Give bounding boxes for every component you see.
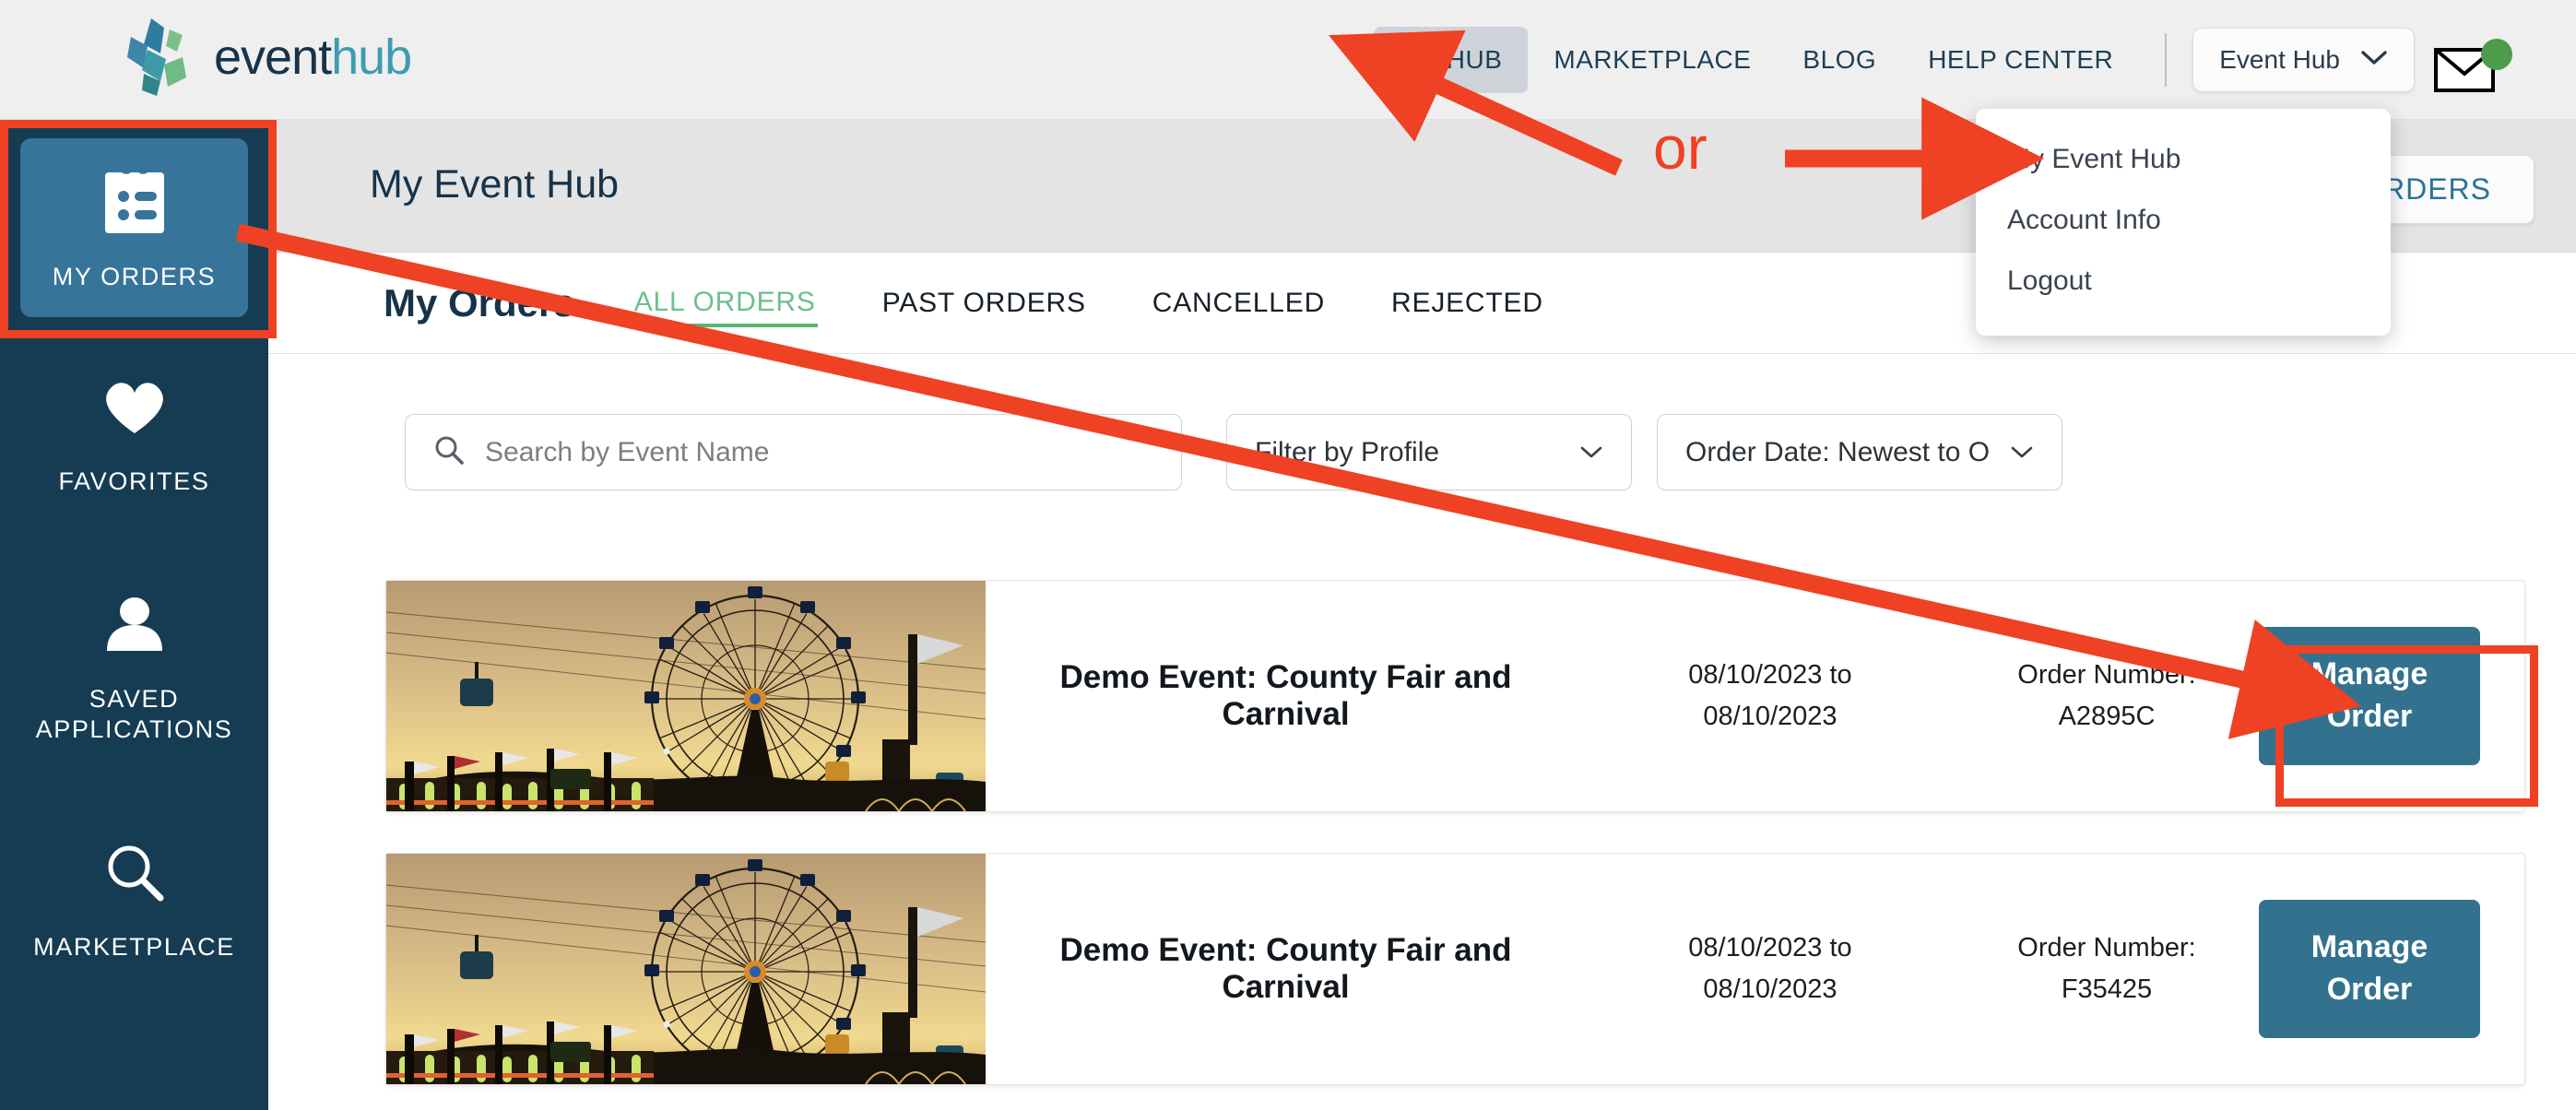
sidebar-item-label-favorites: FAVORITES: [58, 466, 210, 495]
order-event-title: Demo Event: County Fair and Carnival: [1059, 659, 1512, 732]
tab-cancelled[interactable]: CANCELLED: [1151, 280, 1327, 326]
order-event-title: Demo Event: County Fair and Carnival: [1059, 932, 1512, 1005]
brand-name-part1: event: [214, 30, 332, 85]
app-root: eventhub MY HUB MARKETPLACE BLOG HELP CE…: [0, 0, 2576, 1110]
clipboard-list-icon: [95, 162, 174, 242]
order-card[interactable]: Demo Event: County Fair and Carnival 08/…: [385, 853, 2525, 1085]
unread-badge: [2481, 39, 2512, 70]
tab-past-orders[interactable]: PAST ORDERS: [880, 280, 1088, 326]
order-number-block: Order Number: F35425: [1955, 927, 2259, 1010]
nav-item-blog[interactable]: BLOG: [1777, 27, 1902, 93]
person-icon: [95, 585, 174, 664]
brand-name: eventhub: [214, 29, 412, 86]
sidebar-item-my-orders[interactable]: MY ORDERS: [20, 138, 248, 317]
order-date-start: 08/10/2023 to: [1688, 660, 1852, 691]
order-number-block: Order Number: A2895C: [1955, 655, 2259, 738]
search-input[interactable]: Search by Event Name: [405, 414, 1182, 490]
search-placeholder: Search by Event Name: [485, 436, 770, 467]
sidebar-item-label-marketplace: MARKETPLACE: [33, 933, 235, 961]
event-thumbnail: [386, 854, 986, 1084]
sidebar-item-label-saved-applications: SAVED APPLICATIONS: [35, 684, 233, 744]
dropdown-item-logout[interactable]: Logout: [1976, 251, 2391, 312]
order-number-label: Order Number:: [2017, 660, 2196, 691]
manage-order-button-line1: Manage: [2310, 656, 2428, 692]
manage-order-button-line2: Order: [2326, 972, 2413, 1007]
orders-panel: My Orders ALL ORDERS PAST ORDERS CANCELL…: [268, 252, 2576, 1110]
nav-item-marketplace[interactable]: MARKETPLACE: [1528, 27, 1777, 93]
account-switcher-button[interactable]: Event Hub: [2192, 28, 2415, 92]
sort-filter-label: Order Date: Newest to O: [1685, 436, 1991, 467]
main-navigation: MY HUB MARKETPLACE BLOG HELP CENTER Even…: [1374, 0, 2415, 120]
nav-item-my-hub[interactable]: MY HUB: [1374, 27, 1529, 93]
order-dates: 08/10/2023 to 08/10/2023: [1586, 927, 1955, 1010]
order-date-end: 08/10/2023: [1703, 702, 1837, 731]
event-thumbnail: [386, 581, 986, 811]
manage-order-button[interactable]: Manage Order: [2259, 900, 2480, 1038]
brand-name-part2: hub: [331, 30, 412, 85]
magnifier-icon: [95, 832, 174, 912]
nav-divider: [2165, 33, 2168, 87]
order-date-start: 08/10/2023 to: [1688, 933, 1852, 963]
messages-button[interactable]: [2432, 39, 2521, 98]
top-header: eventhub MY HUB MARKETPLACE BLOG HELP CE…: [0, 0, 2576, 120]
order-number-value: A2895C: [2058, 702, 2156, 731]
order-card[interactable]: Demo Event: County Fair and Carnival 08/…: [385, 580, 2525, 812]
manage-order-button[interactable]: Manage Order: [2259, 627, 2480, 765]
account-switcher-label: Event Hub: [2219, 45, 2340, 74]
profile-filter-select[interactable]: Filter by Profile: [1226, 414, 1632, 490]
dropdown-item-account-info[interactable]: Account Info: [1976, 190, 2391, 251]
order-dates: 08/10/2023 to 08/10/2023: [1586, 655, 1955, 738]
tab-rejected[interactable]: REJECTED: [1389, 280, 1545, 326]
manage-order-button-line1: Manage: [2310, 929, 2428, 965]
order-number-label: Order Number:: [2017, 933, 2196, 963]
eventhub-logo-icon: [120, 17, 197, 98]
sidebar-item-marketplace[interactable]: MARKETPLACE: [0, 809, 268, 987]
filter-bar: Search by Event Name Filter by Profile O…: [268, 414, 2576, 490]
brand-logo[interactable]: eventhub: [120, 17, 412, 98]
orders-list: Demo Event: County Fair and Carnival 08/…: [268, 580, 2576, 1110]
search-icon: [433, 434, 465, 470]
chevron-down-icon: [2010, 438, 2034, 466]
order-date-end: 08/10/2023: [1703, 974, 1837, 1004]
heart-icon: [95, 367, 174, 446]
orders-heading: My Orders: [384, 280, 575, 325]
profile-filter-label: Filter by Profile: [1255, 436, 1440, 467]
sidebar-item-favorites[interactable]: FAVORITES: [0, 343, 268, 522]
account-dropdown-menu: My Event Hub Account Info Logout: [1976, 109, 2391, 336]
left-sidebar: MY ORDERS FAVORITES SAVED APPLICATIONS M…: [0, 120, 268, 1110]
page-title: My Event Hub: [370, 162, 620, 207]
sidebar-item-label-my-orders: MY ORDERS: [52, 263, 217, 290]
annotation-or-label: or: [1653, 113, 1707, 182]
chevron-down-icon: [1579, 438, 1603, 466]
dropdown-item-my-event-hub[interactable]: My Event Hub: [1976, 129, 2391, 190]
tab-all-orders[interactable]: ALL ORDERS: [632, 279, 818, 327]
sidebar-item-saved-applications[interactable]: SAVED APPLICATIONS: [0, 561, 268, 771]
sort-filter-select[interactable]: Order Date: Newest to O: [1657, 414, 2062, 490]
envelope-icon: [2434, 39, 2512, 92]
order-number-value: F35425: [2061, 974, 2153, 1004]
chevron-down-icon: [2360, 49, 2388, 71]
nav-item-help-center[interactable]: HELP CENTER: [1902, 27, 2139, 93]
manage-order-button-line2: Order: [2326, 699, 2413, 734]
